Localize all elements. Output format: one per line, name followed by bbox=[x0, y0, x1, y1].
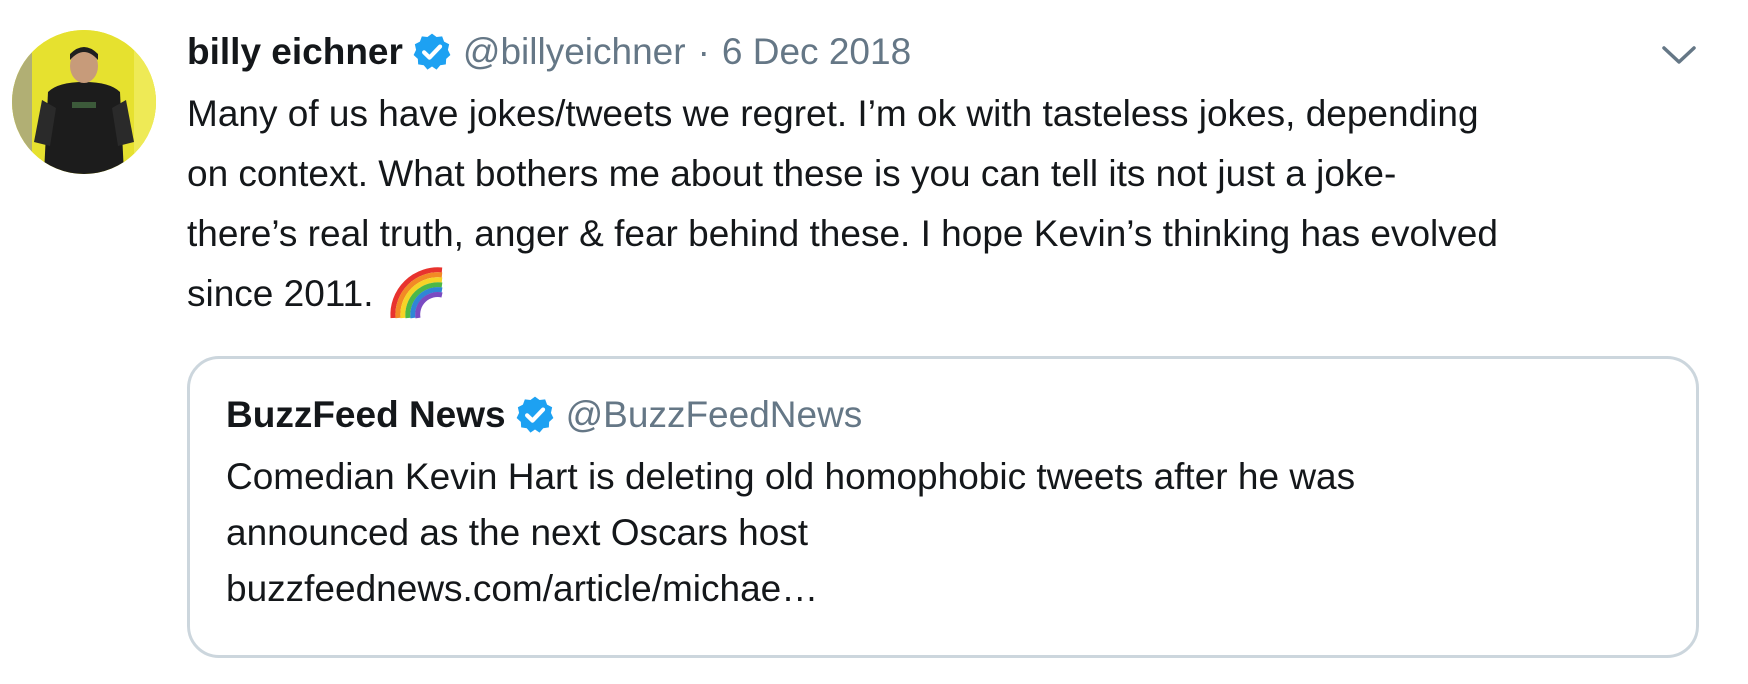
quoted-author-handle: @BuzzFeedNews bbox=[565, 394, 863, 435]
quoted-link[interactable]: buzzfeednews.com/article/michae… bbox=[226, 561, 1666, 617]
avatar-image bbox=[12, 30, 156, 174]
tweet-text-line: since 2011. bbox=[187, 273, 374, 314]
tweet-body: Many of us have jokes/tweets we regret. … bbox=[187, 84, 1707, 338]
tweet-text-line: Many of us have jokes/tweets we regret. … bbox=[187, 93, 1479, 134]
author-name[interactable]: billy eichner bbox=[187, 31, 403, 73]
rainbow-emoji-icon bbox=[388, 267, 444, 328]
tweet-text-line: on context. What bothers me about these … bbox=[187, 153, 1397, 194]
quoted-tweet-body: Comedian Kevin Hart is deleting old homo… bbox=[226, 449, 1666, 617]
tweet-text-line: there’s real truth, anger & fear behind … bbox=[187, 213, 1498, 254]
verified-badge-icon bbox=[411, 31, 453, 73]
author-avatar[interactable] bbox=[12, 30, 156, 174]
verified-badge-icon bbox=[514, 394, 556, 436]
quoted-text-line: announced as the next Oscars host bbox=[226, 512, 809, 553]
quoted-text-line: Comedian Kevin Hart is deleting old homo… bbox=[226, 456, 1356, 497]
tweet-header: billy eichner @billyeichner · 6 Dec 2018 bbox=[187, 26, 911, 78]
quoted-author-name: BuzzFeed News bbox=[226, 394, 506, 435]
author-handle[interactable]: @billyeichner bbox=[463, 31, 686, 73]
header-separator: · bbox=[697, 31, 710, 72]
tweet-date[interactable]: 6 Dec 2018 bbox=[722, 31, 911, 73]
quoted-tweet-card[interactable]: BuzzFeed News @BuzzFeedNews Comedian Kev… bbox=[187, 356, 1699, 658]
chevron-down-icon[interactable] bbox=[1660, 40, 1698, 70]
quoted-tweet-header: BuzzFeed News @BuzzFeedNews bbox=[226, 389, 862, 441]
